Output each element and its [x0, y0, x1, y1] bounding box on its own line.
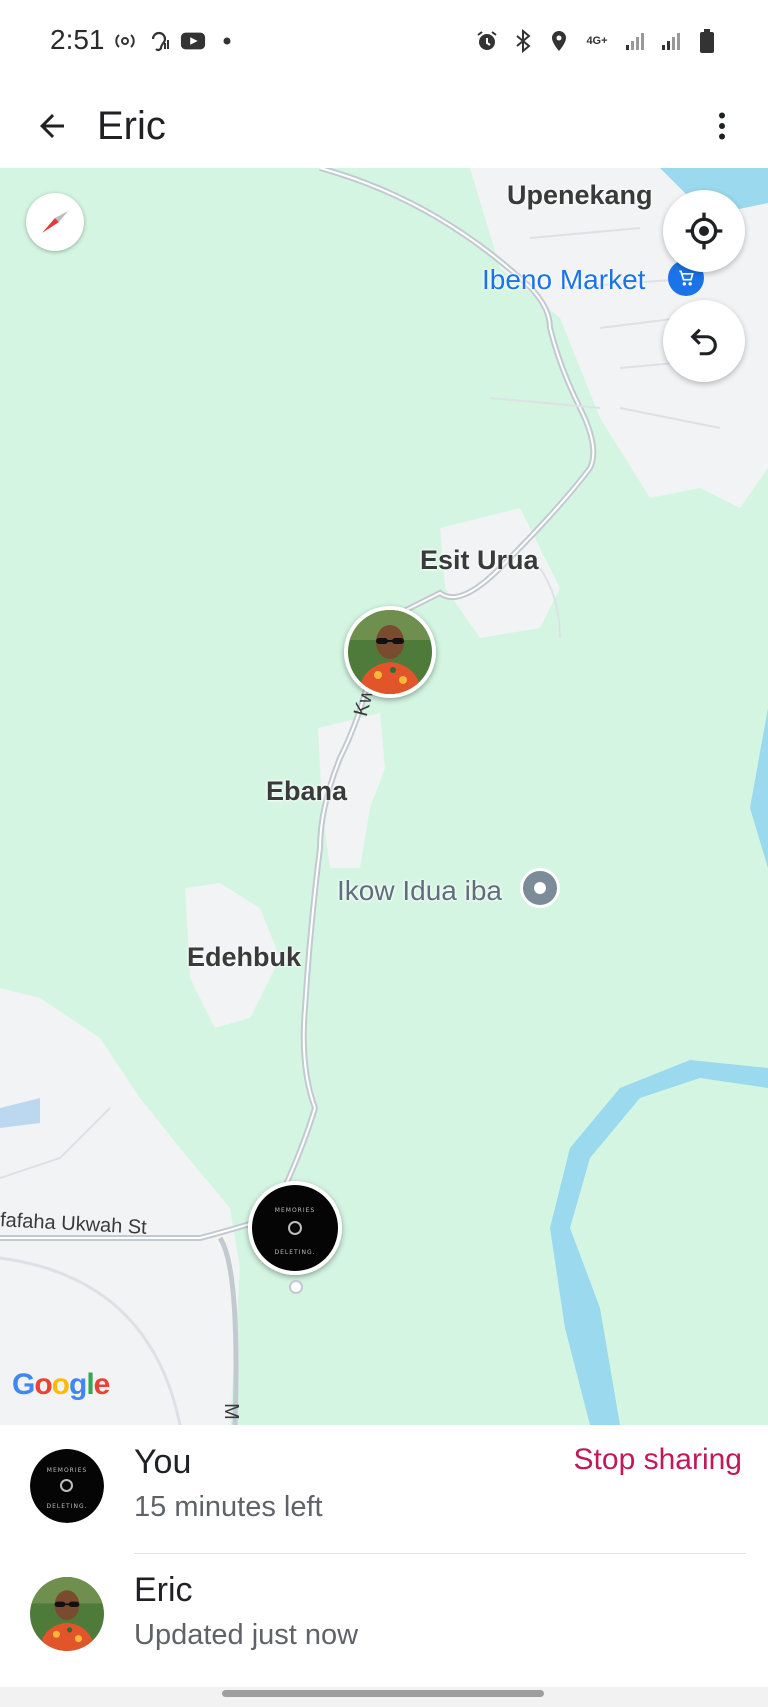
map-label-upenekang[interactable]: Upenekang	[507, 180, 653, 211]
stop-sharing-button[interactable]: Stop sharing	[574, 1443, 742, 1477]
status-bar: 2:51 4G+	[0, 0, 768, 84]
your-avatar-image: MEMORIES DELETING.	[252, 1185, 338, 1271]
eric-avatar-image	[30, 1577, 104, 1651]
battery-icon	[694, 28, 720, 54]
more-options-button[interactable]	[692, 96, 752, 156]
sharing-name-eric: Eric	[134, 1571, 193, 1609]
hotspot-icon	[112, 28, 138, 54]
network-4g-icon: 4G+	[582, 28, 612, 54]
system-nav-bar	[0, 1687, 768, 1707]
home-gesture-handle[interactable]	[222, 1690, 544, 1697]
status-left-icons	[112, 28, 240, 54]
sharing-status-you: 15 minutes left	[134, 1491, 323, 1523]
recenter-button[interactable]	[663, 300, 745, 382]
avatar-caption-top: MEMORIES	[46, 1467, 88, 1474]
avatar-caption-top: MEMORIES	[274, 1207, 316, 1214]
network-label: 4G+	[586, 35, 608, 47]
place-marker-icon[interactable]	[520, 868, 560, 908]
alarm-icon	[474, 28, 500, 54]
map-view[interactable]: Upenekang Ibeno Market Esit Urua Ebana I…	[0, 168, 768, 1425]
map-label-esit-urua[interactable]: Esit Urua	[420, 545, 539, 576]
my-location-icon	[685, 212, 723, 250]
map-label-edehbuk[interactable]: Edehbuk	[187, 942, 301, 973]
avatar-you: MEMORIES DELETING.	[30, 1449, 104, 1523]
more-vert-icon	[719, 112, 725, 140]
map-label-ebana[interactable]: Ebana	[266, 776, 347, 807]
page-title: Eric	[97, 104, 166, 148]
road-label-m: M	[219, 1403, 242, 1420]
location-icon	[546, 28, 572, 54]
my-location-button[interactable]	[663, 190, 745, 272]
map-poi-ikow-idua-iba[interactable]: Ikow Idua iba	[337, 875, 502, 907]
sharing-row-you[interactable]: MEMORIES DELETING. You 15 minutes left S…	[0, 1425, 768, 1554]
google-logo: Google	[12, 1368, 110, 1401]
avatar-image: MEMORIES DELETING.	[30, 1449, 104, 1523]
app-bar: Eric	[0, 84, 768, 168]
sharing-sheet: MEMORIES DELETING. You 15 minutes left S…	[0, 1425, 768, 1687]
arrow-back-icon	[40, 114, 64, 138]
signal-icon	[622, 28, 648, 54]
eric-location-marker[interactable]	[344, 606, 436, 698]
status-time: 2:51	[50, 24, 105, 55]
youtube-icon	[180, 28, 206, 54]
hearing-icon	[146, 28, 172, 54]
sharing-status-eric: Updated just now	[134, 1619, 359, 1651]
avatar-caption-bottom: DELETING.	[46, 1503, 88, 1510]
your-location-marker[interactable]: MEMORIES DELETING.	[248, 1181, 342, 1275]
eric-avatar-image	[348, 610, 432, 694]
compass-button[interactable]	[26, 193, 84, 251]
avatar-caption-bottom: DELETING.	[274, 1249, 316, 1256]
map-poi-ibeno-market[interactable]: Ibeno Market	[482, 264, 645, 296]
bluetooth-icon	[510, 28, 536, 54]
status-right-icons: 4G+	[474, 28, 720, 54]
sharing-row-eric[interactable]: Eric Updated just now	[0, 1553, 768, 1681]
dot-icon	[214, 28, 240, 54]
recenter-icon	[690, 328, 717, 356]
location-dot	[289, 1280, 303, 1294]
sharing-name-you: You	[134, 1443, 192, 1481]
avatar-eric	[30, 1577, 104, 1651]
compass-icon	[42, 211, 68, 233]
signal-icon	[658, 28, 684, 54]
back-button[interactable]	[22, 96, 82, 156]
